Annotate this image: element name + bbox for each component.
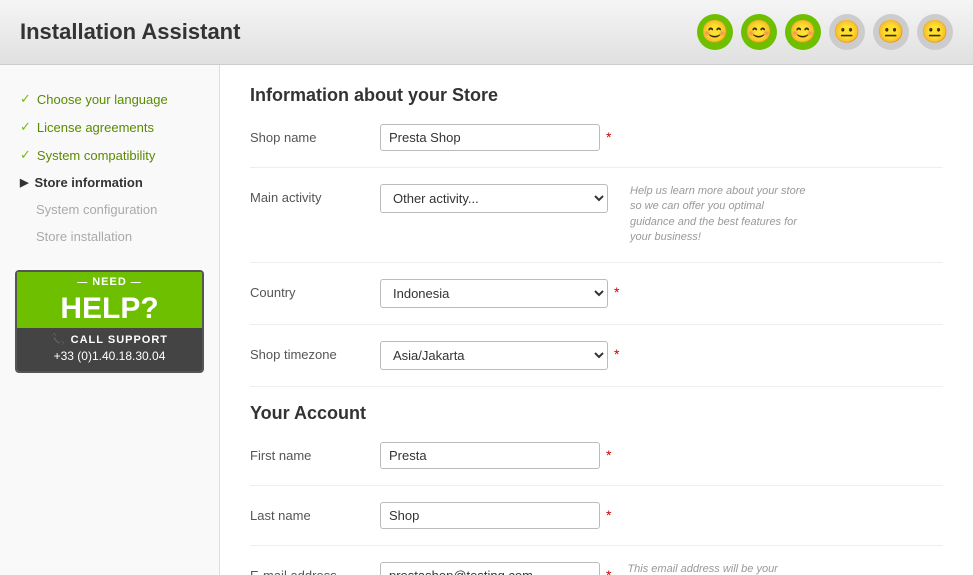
sidebar-item-choose-language[interactable]: ✓ Choose your language — [0, 85, 219, 113]
main-layout: ✓ Choose your language ✓ License agreeme… — [0, 65, 973, 575]
first-name-label: First name — [250, 442, 380, 463]
email-input[interactable] — [380, 562, 600, 575]
required-star: * — [606, 562, 611, 575]
smiley-1: 😊 — [697, 14, 733, 50]
shop-name-field: * — [380, 124, 943, 151]
first-name-field: * — [380, 442, 943, 469]
sidebar-item-system-compatibility[interactable]: ✓ System compatibility — [0, 141, 219, 169]
sidebar-label-store-information: Store information — [34, 175, 142, 190]
shop-name-row: Shop name * — [250, 124, 943, 168]
sidebar-item-license-agreements[interactable]: ✓ License agreements — [0, 113, 219, 141]
last-name-input[interactable] — [380, 502, 600, 529]
sidebar-label-store-installation: Store installation — [20, 229, 132, 244]
required-star: * — [606, 124, 611, 145]
first-name-input[interactable] — [380, 442, 600, 469]
email-field-container: * This email address will be your userna… — [380, 562, 943, 575]
main-activity-select[interactable]: Other activity... Fashion Technology Hom… — [380, 184, 608, 213]
country-label: Country — [250, 279, 380, 300]
timezone-select[interactable]: Asia/Jakarta UTC America/New_York Europe… — [380, 341, 608, 370]
header: Installation Assistant 😊 😊 😊 😐 😐 😐 — [0, 0, 973, 65]
sidebar-item-system-configuration[interactable]: System configuration — [0, 196, 219, 223]
last-name-label: Last name — [250, 502, 380, 523]
smiley-5: 😐 — [873, 14, 909, 50]
required-star: * — [614, 341, 619, 362]
check-icon: ✓ — [20, 91, 31, 107]
help-call-label: 📞 CALL SUPPORT — [17, 328, 202, 349]
main-activity-hint: Help us learn more about your store so w… — [630, 184, 810, 246]
email-label: E-mail address — [250, 562, 380, 575]
help-phone-number: +33 (0)1.40.18.30.04 — [17, 349, 202, 371]
help-box: NEED HELP? 📞 CALL SUPPORT +33 (0)1.40.18… — [15, 270, 204, 373]
help-need-label: NEED — [17, 272, 202, 290]
sidebar-label-system-configuration: System configuration — [20, 202, 157, 217]
required-star: * — [606, 442, 611, 463]
page-title: Installation Assistant — [20, 19, 240, 45]
country-row: Country Indonesia United States France G… — [250, 279, 943, 325]
smiley-2: 😊 — [741, 14, 777, 50]
sidebar-label-choose-language: Choose your language — [37, 92, 168, 107]
shop-name-label: Shop name — [250, 124, 380, 145]
arrow-icon: ▶ — [20, 176, 28, 189]
email-hint: This email address will be your username… — [627, 562, 807, 575]
progress-smileys: 😊 😊 😊 😐 😐 😐 — [697, 14, 953, 50]
timezone-row: Shop timezone Asia/Jakarta UTC America/N… — [250, 341, 943, 387]
sidebar: ✓ Choose your language ✓ License agreeme… — [0, 65, 220, 575]
shop-name-input[interactable] — [380, 124, 600, 151]
last-name-row: Last name * — [250, 502, 943, 546]
sidebar-item-store-installation[interactable]: Store installation — [0, 223, 219, 250]
required-star: * — [614, 279, 619, 300]
smiley-3: 😊 — [785, 14, 821, 50]
check-icon: ✓ — [20, 119, 31, 135]
last-name-field: * — [380, 502, 943, 529]
main-activity-field: Other activity... Fashion Technology Hom… — [380, 184, 943, 246]
content-area: Information about your Store Shop name *… — [220, 65, 973, 575]
country-select[interactable]: Indonesia United States France Germany — [380, 279, 608, 308]
smiley-6: 😐 — [917, 14, 953, 50]
main-activity-row: Main activity Other activity... Fashion … — [250, 184, 943, 263]
help-help-label: HELP? — [17, 290, 202, 328]
country-field: Indonesia United States France Germany * — [380, 279, 943, 308]
sidebar-label-license-agreements: License agreements — [37, 120, 154, 135]
check-icon: ✓ — [20, 147, 31, 163]
first-name-row: First name * — [250, 442, 943, 486]
phone-icon: 📞 — [51, 333, 66, 346]
sidebar-label-system-compatibility: System compatibility — [37, 148, 155, 163]
timezone-field: Asia/Jakarta UTC America/New_York Europe… — [380, 341, 943, 370]
store-section-title: Information about your Store — [250, 85, 943, 106]
account-section-title: Your Account — [250, 403, 943, 424]
required-star: * — [606, 502, 611, 523]
timezone-label: Shop timezone — [250, 341, 380, 362]
smiley-4: 😐 — [829, 14, 865, 50]
email-row: E-mail address * This email address will… — [250, 562, 943, 575]
main-activity-label: Main activity — [250, 184, 380, 205]
sidebar-item-store-information[interactable]: ▶ Store information — [0, 169, 219, 196]
